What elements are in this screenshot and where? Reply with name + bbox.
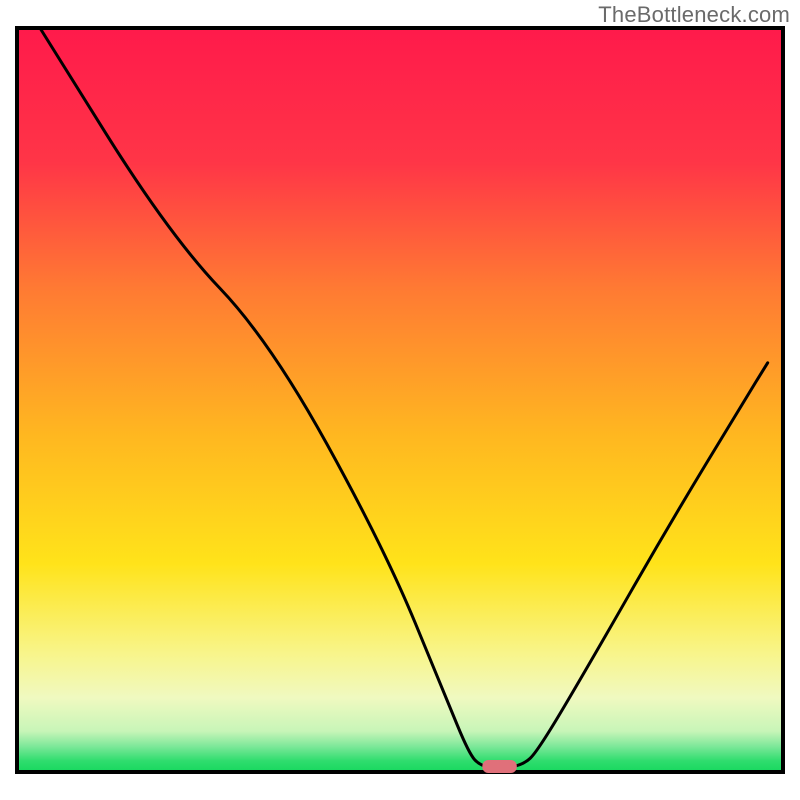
bottleneck-chart (0, 0, 800, 800)
watermark-text: TheBottleneck.com (598, 2, 790, 28)
chart-container: TheBottleneck.com (0, 0, 800, 800)
optimal-zone-marker (482, 760, 516, 773)
gradient-background (17, 28, 783, 772)
plot-area (17, 28, 783, 772)
